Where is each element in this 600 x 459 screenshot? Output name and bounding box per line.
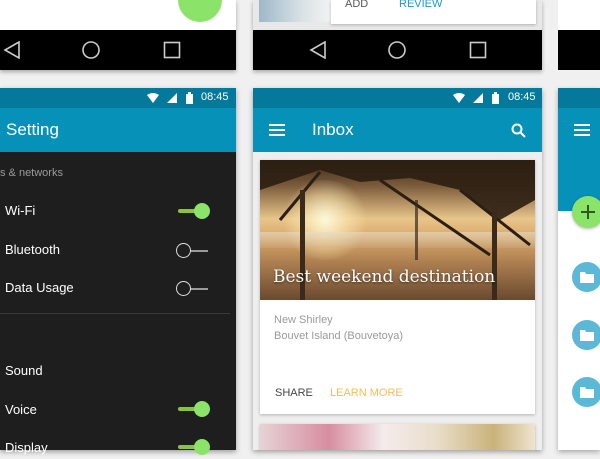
recents-icon[interactable] bbox=[469, 41, 487, 59]
setting-row-sound[interactable]: Sound bbox=[0, 360, 236, 382]
dialog-card: ADD REVIEW bbox=[331, 0, 536, 24]
back-icon[interactable] bbox=[3, 41, 21, 59]
setting-label: Data Usage bbox=[5, 280, 74, 295]
bluetooth-toggle[interactable] bbox=[176, 243, 220, 259]
folder-icon[interactable] bbox=[572, 320, 600, 350]
app-bar: Inbox bbox=[253, 108, 542, 152]
setting-row-bluetooth[interactable]: Bluetooth bbox=[0, 239, 236, 261]
wifi-icon bbox=[453, 93, 465, 103]
setting-row-voice[interactable]: Voice bbox=[0, 399, 236, 421]
recents-icon[interactable] bbox=[163, 41, 181, 59]
page-title: Inbox bbox=[312, 120, 354, 139]
setting-row-data-usage[interactable]: Data Usage bbox=[0, 277, 236, 299]
setting-label: Display bbox=[5, 440, 48, 455]
setting-label: Voice bbox=[5, 402, 37, 417]
folder-icon[interactable] bbox=[572, 262, 600, 292]
card-line-2: Bouvet Island (Bouvetoya) bbox=[274, 330, 404, 342]
battery-icon bbox=[492, 92, 499, 104]
card-image-title: Best weekend destination bbox=[273, 267, 496, 287]
share-button[interactable]: SHARE bbox=[275, 387, 313, 399]
folder-icon[interactable] bbox=[572, 377, 600, 407]
search-icon[interactable] bbox=[511, 123, 526, 138]
review-button[interactable]: REVIEW bbox=[399, 0, 442, 10]
phone-top-left bbox=[0, 0, 236, 70]
page-title: Setting bbox=[6, 120, 59, 139]
learn-more-button[interactable]: LEARN MORE bbox=[330, 387, 403, 399]
menu-icon[interactable] bbox=[269, 124, 285, 136]
plus-icon bbox=[581, 205, 595, 219]
signal-icon bbox=[167, 93, 177, 103]
status-bar bbox=[558, 88, 600, 108]
setting-label: Wi-Fi bbox=[5, 203, 36, 218]
data-usage-toggle[interactable] bbox=[176, 281, 220, 297]
app-bar bbox=[558, 108, 600, 211]
setting-row-wifi[interactable]: Wi-Fi bbox=[0, 200, 236, 222]
phone-right-partial bbox=[558, 88, 600, 450]
card-image: Best weekend destination bbox=[260, 160, 535, 300]
wifi-icon bbox=[147, 93, 159, 103]
setting-row-display[interactable]: Display bbox=[0, 437, 236, 459]
status-bar: 08:45 bbox=[253, 88, 542, 108]
divider bbox=[0, 313, 230, 314]
card-image-fragment bbox=[259, 0, 331, 22]
next-card-image bbox=[260, 424, 535, 450]
battery-icon bbox=[186, 92, 193, 104]
home-icon[interactable] bbox=[81, 41, 101, 59]
section-header: s & networks bbox=[0, 167, 63, 179]
status-time: 08:45 bbox=[508, 91, 536, 103]
inbox-phone: 08:45 Inbox Best weekend destination New… bbox=[253, 88, 542, 450]
menu-icon[interactable] bbox=[574, 124, 590, 136]
phone-top-right bbox=[558, 0, 600, 70]
nav-bar bbox=[558, 30, 600, 70]
signal-icon bbox=[473, 93, 483, 103]
setting-label: Sound bbox=[5, 363, 43, 378]
add-fab-button[interactable] bbox=[572, 196, 600, 228]
app-bar: Setting bbox=[0, 108, 236, 152]
screen-area: ADD REVIEW bbox=[253, 0, 542, 30]
card-line-1: New Shirley bbox=[274, 314, 333, 326]
nav-bar bbox=[253, 30, 542, 70]
display-toggle[interactable] bbox=[178, 439, 222, 455]
status-time: 08:45 bbox=[201, 91, 229, 103]
setting-label: Bluetooth bbox=[5, 242, 60, 257]
voice-toggle[interactable] bbox=[178, 401, 222, 417]
back-icon[interactable] bbox=[309, 41, 327, 59]
screen-area bbox=[558, 0, 600, 30]
settings-phone: 08:45 Setting s & networks Wi-Fi Bluetoo… bbox=[0, 88, 236, 455]
wifi-toggle[interactable] bbox=[178, 203, 222, 219]
add-button[interactable]: ADD bbox=[345, 0, 368, 10]
home-icon[interactable] bbox=[387, 41, 407, 59]
status-bar: 08:45 bbox=[0, 88, 236, 108]
phone-top-middle: ADD REVIEW bbox=[253, 0, 542, 70]
nav-bar bbox=[0, 30, 236, 70]
destination-card[interactable]: Best weekend destination New Shirley Bou… bbox=[260, 160, 535, 414]
